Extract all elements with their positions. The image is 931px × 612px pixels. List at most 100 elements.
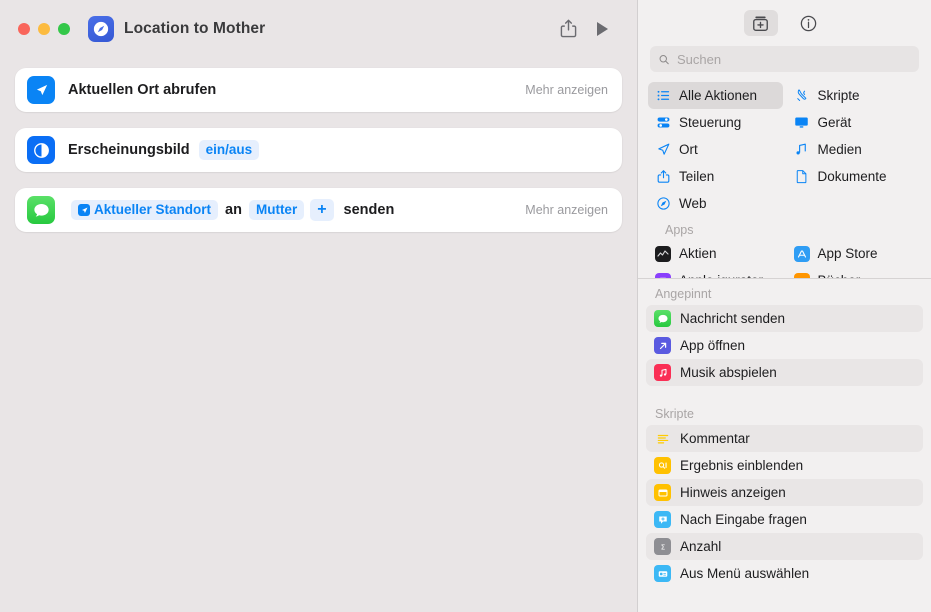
location-arrow-icon bbox=[78, 204, 90, 216]
search-field[interactable] bbox=[650, 46, 919, 72]
recipient-token-mutter[interactable]: Mutter bbox=[248, 199, 305, 221]
category-label: Steuerung bbox=[679, 115, 742, 130]
action-text: Aktueller Standort an Mutter + senden bbox=[68, 199, 398, 221]
action-label: Aktuellen Ort abrufen bbox=[68, 82, 217, 98]
zoom-button[interactable] bbox=[58, 22, 70, 35]
category-label: Web bbox=[679, 196, 707, 211]
minimize-button[interactable] bbox=[38, 22, 50, 35]
app-item-app-store[interactable]: App Store bbox=[787, 240, 922, 267]
count-sigma-icon: Σ bbox=[654, 538, 671, 555]
music-icon bbox=[654, 364, 671, 381]
action-item-label: App öffnen bbox=[680, 338, 746, 353]
category-label: Teilen bbox=[679, 169, 715, 184]
category-geraet[interactable]: Gerät bbox=[787, 109, 922, 136]
pinned-and-scripts-pane: Angepinnt Nachricht senden App öffnen Mu… bbox=[638, 279, 931, 612]
action-library-button[interactable] bbox=[743, 10, 778, 36]
pinned-section-label: Angepinnt bbox=[655, 287, 712, 301]
parameter-token-appearance[interactable]: ein/aus bbox=[198, 139, 260, 161]
search-container bbox=[638, 46, 931, 82]
choose-menu-icon bbox=[654, 565, 671, 582]
device-display-icon bbox=[794, 115, 810, 131]
action-item-anzahl[interactable]: Σ Anzahl bbox=[646, 533, 923, 560]
window-titlebar: Location to Mother bbox=[0, 0, 637, 57]
action-item-label: Musik abspielen bbox=[680, 365, 777, 380]
action-item-hinweis-anzeigen[interactable]: Hinweis anzeigen bbox=[646, 479, 923, 506]
shortcut-app-icon bbox=[88, 15, 114, 42]
shortcuts-window: Location to Mother Aktuellen Ort abrufen… bbox=[0, 0, 931, 612]
show-more-link[interactable]: Mehr anzeigen bbox=[511, 83, 608, 97]
action-item-label: Hinweis anzeigen bbox=[680, 485, 786, 500]
category-label: Medien bbox=[817, 142, 862, 157]
app-label: Bücher bbox=[818, 273, 861, 278]
location-arrow-icon bbox=[27, 76, 55, 104]
token-label: Aktueller Standort bbox=[94, 201, 212, 217]
action-item-kommentar[interactable]: Kommentar bbox=[646, 425, 923, 452]
action-text: Aktuellen Ort abrufen bbox=[68, 82, 216, 98]
add-recipient-button[interactable]: + bbox=[310, 199, 334, 221]
category-steuerung[interactable]: Steuerung bbox=[648, 109, 783, 136]
action-text: Erscheinungsbild ein/aus bbox=[68, 139, 262, 161]
books-icon bbox=[793, 272, 810, 278]
category-dokumente[interactable]: Dokumente bbox=[787, 163, 922, 190]
action-item-aus-menue-auswaehlen[interactable]: Aus Menü auswählen bbox=[646, 560, 923, 587]
variable-token-current-location[interactable]: Aktueller Standort bbox=[71, 199, 219, 221]
action-card[interactable]: Aktuellen Ort abrufen Mehr anzeigen bbox=[15, 68, 622, 112]
library-toolbar bbox=[638, 0, 931, 46]
app-item-aktien[interactable]: Aktien bbox=[648, 240, 783, 267]
action-item-label: Nach Eingabe fragen bbox=[680, 512, 807, 527]
controls-icon bbox=[655, 115, 671, 131]
music-note-icon bbox=[794, 142, 810, 158]
stocks-icon bbox=[655, 245, 671, 262]
appearance-icon bbox=[27, 136, 55, 164]
app-label: Apple igurator bbox=[679, 273, 763, 278]
open-app-icon bbox=[654, 337, 671, 354]
action-item-label: Kommentar bbox=[680, 431, 750, 446]
category-alle-aktionen[interactable]: Alle Aktionen bbox=[648, 82, 783, 109]
action-item-label: Ergebnis einblenden bbox=[680, 458, 804, 473]
show-more-link[interactable]: Mehr anzeigen bbox=[511, 203, 608, 217]
category-skripte[interactable]: Skripte bbox=[787, 82, 922, 109]
category-web[interactable]: Web bbox=[648, 190, 783, 217]
info-button[interactable] bbox=[792, 10, 826, 36]
action-label: Erscheinungsbild bbox=[68, 142, 190, 158]
action-item-ergebnis-einblenden[interactable]: Ergebnis einblenden bbox=[646, 452, 923, 479]
category-ort[interactable]: Ort bbox=[648, 136, 783, 163]
show-result-icon bbox=[654, 457, 671, 474]
scripts-section-label: Skripte bbox=[655, 407, 694, 421]
play-icon bbox=[597, 21, 608, 36]
action-item-app-oeffnen[interactable]: App öffnen bbox=[646, 332, 923, 359]
compass-icon bbox=[655, 196, 671, 212]
app-label: App Store bbox=[817, 246, 878, 261]
app-item-apple-configurator[interactable]: Apple igurator bbox=[648, 267, 783, 278]
action-card[interactable]: Aktueller Standort an Mutter + senden Me… bbox=[15, 188, 622, 232]
info-circle-icon bbox=[800, 15, 817, 31]
actions-canvas: Aktuellen Ort abrufen Mehr anzeigen Ersc… bbox=[0, 57, 637, 612]
run-button[interactable] bbox=[585, 15, 619, 43]
app-item-buecher[interactable]: Bücher bbox=[787, 267, 922, 278]
action-item-nach-eingabe-fragen[interactable]: Nach Eingabe fragen bbox=[646, 506, 923, 533]
action-library-icon bbox=[753, 16, 768, 31]
category-label: Alle Aktionen bbox=[679, 88, 758, 103]
action-item-nachricht-senden[interactable]: Nachricht senden bbox=[646, 305, 923, 332]
category-list[interactable]: Alle Aktionen Skripte Steuerung Gerät Or… bbox=[638, 82, 931, 278]
app-label: Aktien bbox=[679, 246, 717, 261]
category-medien[interactable]: Medien bbox=[787, 136, 922, 163]
page-title: Location to Mother bbox=[124, 19, 266, 37]
action-item-label: Nachricht senden bbox=[680, 311, 786, 326]
ask-input-icon bbox=[654, 511, 671, 528]
category-teilen[interactable]: Teilen bbox=[648, 163, 783, 190]
category-label: Dokumente bbox=[817, 169, 887, 184]
list-bullet-icon bbox=[655, 88, 671, 104]
document-icon bbox=[794, 169, 810, 185]
action-card[interactable]: Erscheinungsbild ein/aus bbox=[15, 128, 622, 172]
location-arrow-icon bbox=[655, 142, 671, 158]
share-button[interactable] bbox=[551, 15, 585, 43]
traffic-lights bbox=[18, 22, 70, 35]
action-item-musik-abspielen[interactable]: Musik abspielen bbox=[646, 359, 923, 386]
action-item-label: Anzahl bbox=[680, 539, 722, 554]
action-label-senden: senden bbox=[343, 202, 395, 218]
close-button[interactable] bbox=[18, 22, 30, 35]
search-input[interactable] bbox=[677, 51, 911, 67]
messages-icon bbox=[27, 196, 55, 224]
